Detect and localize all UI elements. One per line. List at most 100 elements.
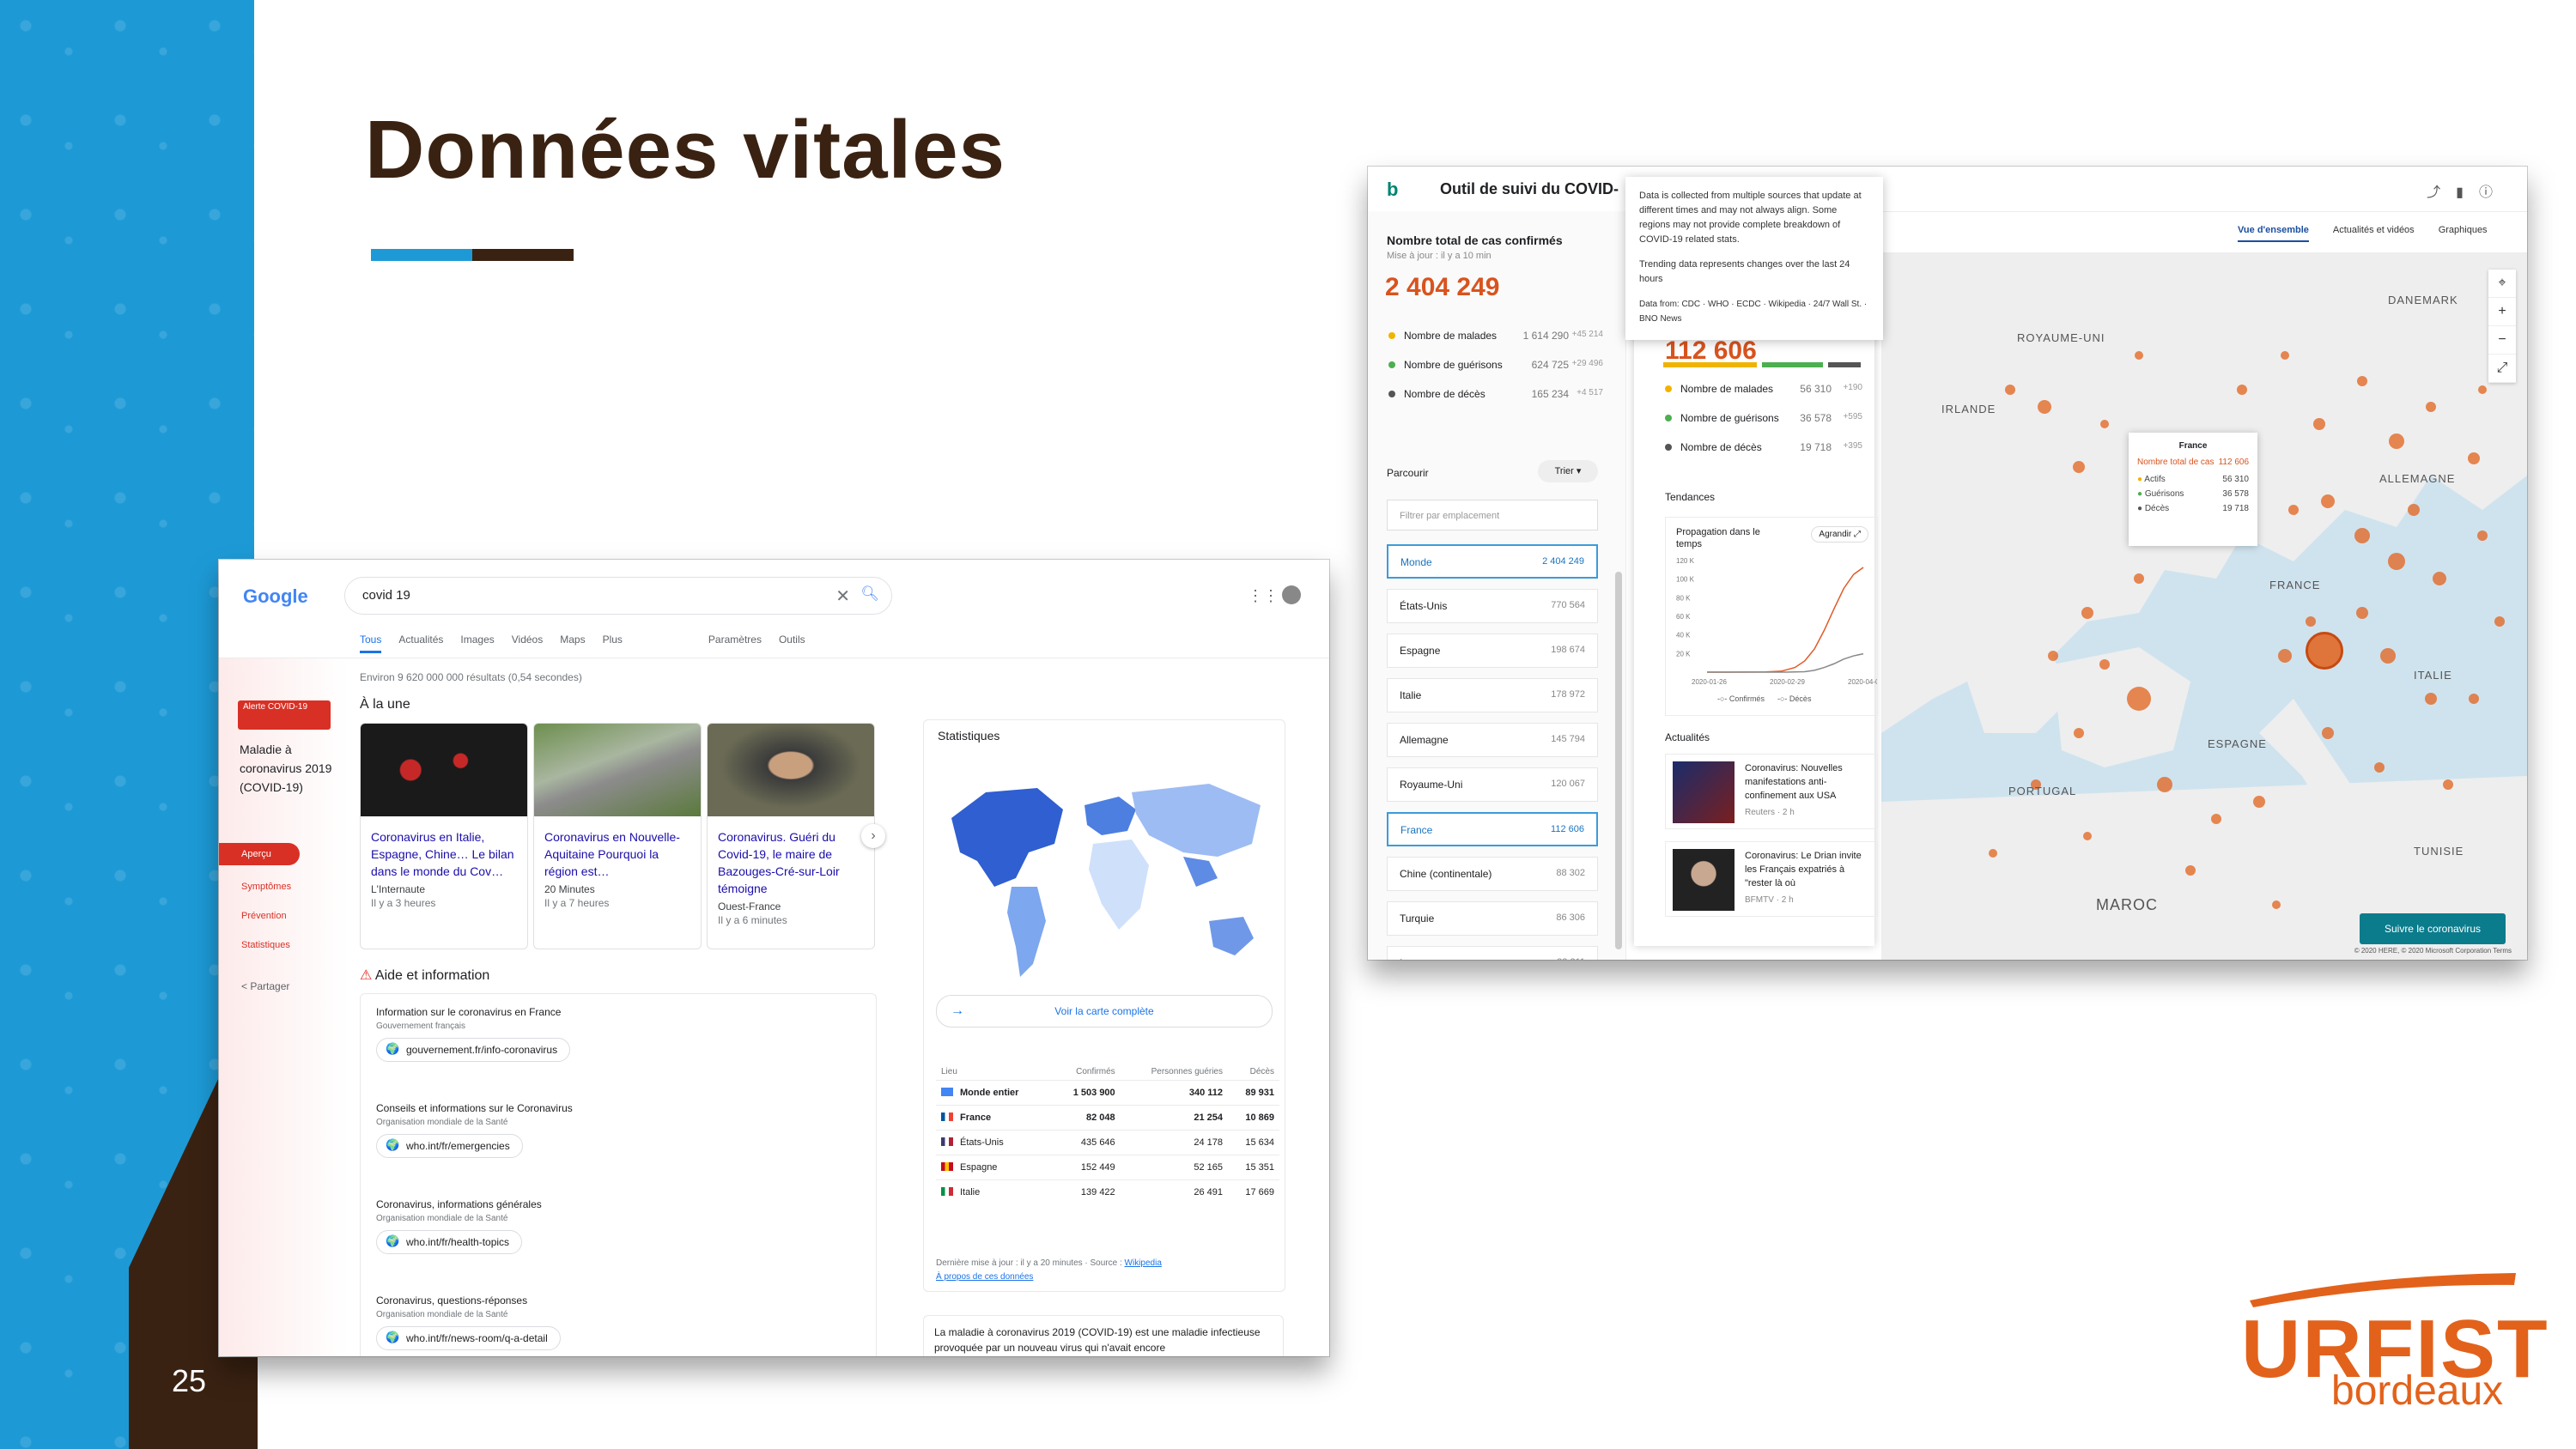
stats-source-link[interactable]: Wikipedia — [1125, 1258, 1162, 1268]
stats-row[interactable]: Espagne 152 449 52 165 15 351 — [936, 1155, 1279, 1180]
case-marker[interactable] — [2288, 505, 2299, 515]
case-marker[interactable] — [2237, 385, 2247, 395]
location-row[interactable]: États-Unis 770 564 — [1387, 589, 1598, 623]
help-item-link[interactable]: who.int/fr/news-room/q-a-detail — [376, 1326, 561, 1350]
case-marker[interactable] — [2074, 728, 2084, 738]
case-marker[interactable] — [2468, 452, 2480, 464]
case-marker[interactable] — [2380, 648, 2396, 664]
side-nav-prevention[interactable]: Prévention — [219, 901, 348, 931]
news-card[interactable]: Coronavirus. Guéri du Covid-19, le maire… — [707, 723, 875, 949]
covid-map[interactable]: ROYAUME-UNI DANEMARK ALLEMAGNE FRANCE ES… — [1881, 252, 2527, 960]
case-marker[interactable] — [2313, 418, 2325, 430]
stats-row[interactable]: France 82 048 21 254 10 869 — [936, 1105, 1279, 1131]
tab-actualites[interactable]: Actualités — [398, 634, 443, 653]
case-marker[interactable] — [2389, 433, 2404, 449]
tab-charts[interactable]: Graphiques — [2439, 225, 2488, 242]
case-marker[interactable] — [1989, 849, 1997, 858]
case-marker[interactable] — [2408, 504, 2420, 516]
case-marker[interactable] — [2388, 553, 2405, 570]
news-title[interactable]: Coronavirus: Nouvelles manifestations an… — [1745, 763, 1843, 801]
case-marker[interactable] — [2354, 528, 2370, 543]
news-card[interactable]: Coronavirus en Italie, Espagne, Chine… L… — [360, 723, 528, 949]
case-marker[interactable] — [2081, 607, 2093, 619]
share-button[interactable]: < Partager — [241, 980, 289, 992]
search-box[interactable]: covid 19 ✕ 🔍︎ — [344, 577, 892, 615]
share-icon[interactable]: ⤴ — [2427, 185, 2456, 200]
tab-maps[interactable]: Maps — [560, 634, 585, 653]
tab-tous[interactable]: Tous — [360, 634, 382, 653]
help-item-link[interactable]: who.int/fr/emergencies — [376, 1134, 523, 1158]
case-marker[interactable] — [2374, 762, 2385, 773]
case-marker[interactable] — [2073, 461, 2085, 473]
case-marker[interactable] — [2211, 814, 2221, 824]
case-marker[interactable] — [2478, 385, 2487, 394]
scrollbar[interactable] — [1615, 572, 1622, 949]
case-marker[interactable] — [2134, 573, 2144, 584]
news-card-title[interactable]: Coronavirus. Guéri du Covid-19, le maire… — [708, 816, 874, 897]
locate-icon[interactable]: ⌖ — [2488, 270, 2516, 298]
fullscreen-icon[interactable]: ⤢ — [2488, 355, 2516, 383]
case-marker[interactable] — [2157, 777, 2172, 792]
sort-button[interactable]: Trier ▾ — [1538, 460, 1598, 482]
tab-plus[interactable]: Plus — [603, 634, 623, 653]
case-marker[interactable] — [2356, 607, 2368, 619]
google-logo[interactable]: Google — [243, 585, 308, 608]
case-marker[interactable] — [2005, 385, 2015, 395]
location-row[interactable]: Iran 82 211 — [1387, 946, 1598, 960]
close-icon[interactable]: ✕ — [835, 585, 850, 607]
location-row[interactable]: Turquie 86 306 — [1387, 901, 1598, 936]
zoom-out-icon[interactable]: − — [2488, 326, 2516, 355]
case-marker[interactable] — [2253, 796, 2265, 808]
location-row[interactable]: Monde 2 404 249 — [1387, 544, 1598, 579]
news-item[interactable]: Coronavirus: Nouvelles manifestations an… — [1665, 754, 1878, 829]
zoom-in-icon[interactable]: + — [2488, 298, 2516, 326]
side-nav-apercu[interactable]: Aperçu — [219, 843, 300, 865]
side-nav-statistiques[interactable]: Statistiques — [219, 931, 348, 960]
info-icon[interactable]: ⓘ — [2479, 185, 2508, 200]
search-input[interactable]: covid 19 — [362, 588, 410, 603]
help-item-link[interactable]: who.int/fr/health-topics — [376, 1230, 523, 1254]
case-marker[interactable] — [2425, 693, 2437, 705]
tab-videos[interactable]: Vidéos — [512, 634, 543, 653]
case-marker[interactable] — [2048, 651, 2058, 661]
legend-entry[interactable]: -○- Confirmés — [1717, 694, 1765, 703]
tab-news-videos[interactable]: Actualités et vidéos — [2333, 225, 2415, 242]
location-row[interactable]: Royaume-Uni 120 067 — [1387, 767, 1598, 802]
avatar[interactable] — [1282, 585, 1301, 604]
case-marker[interactable] — [2357, 376, 2367, 386]
case-marker[interactable] — [2494, 616, 2505, 627]
news-card[interactable]: Coronavirus en Nouvelle-Aquitaine Pourqu… — [533, 723, 702, 949]
stats-row[interactable]: Monde entier 1 503 900 340 112 89 931 — [936, 1080, 1279, 1106]
case-marker[interactable] — [2127, 687, 2151, 711]
location-row[interactable]: France 112 606 — [1387, 812, 1598, 846]
case-marker[interactable] — [2322, 727, 2334, 739]
stats-row[interactable]: Italie 139 422 26 491 17 669 — [936, 1179, 1279, 1204]
tab-images[interactable]: Images — [460, 634, 494, 653]
case-marker[interactable] — [2281, 351, 2289, 360]
france-marker[interactable] — [2306, 632, 2343, 670]
bing-logo-icon[interactable]: b — [1387, 179, 1398, 201]
help-item-link[interactable]: gouvernement.fr/info-coronavirus — [376, 1038, 571, 1062]
location-row[interactable]: Allemagne 145 794 — [1387, 723, 1598, 757]
side-nav-symptomes[interactable]: Symptômes — [219, 872, 348, 901]
case-marker[interactable] — [2083, 832, 2092, 840]
news-item[interactable]: Coronavirus: Le Drian invite les Françai… — [1665, 841, 1878, 917]
case-marker[interactable] — [2099, 659, 2110, 670]
case-marker[interactable] — [2469, 694, 2479, 704]
case-marker[interactable] — [2443, 779, 2453, 790]
news-title[interactable]: Coronavirus: Le Drian invite les Françai… — [1745, 851, 1862, 888]
tab-overview[interactable]: Vue d'ensemble — [2238, 225, 2309, 242]
case-marker[interactable] — [2185, 865, 2196, 876]
full-map-link[interactable]: → Voir la carte complète — [936, 995, 1273, 1028]
location-row[interactable]: Italie 178 972 — [1387, 678, 1598, 712]
legend-entry[interactable]: -○- Décès — [1777, 694, 1812, 703]
case-marker[interactable] — [2477, 530, 2488, 541]
case-marker[interactable] — [2272, 900, 2281, 909]
tab-settings[interactable]: Paramètres — [708, 634, 762, 653]
feedback-icon[interactable]: ▮ — [2456, 185, 2479, 200]
stats-about-link[interactable]: À propos de ces données — [936, 1272, 1033, 1282]
world-cases-map[interactable] — [934, 758, 1274, 990]
case-marker[interactable] — [2426, 402, 2436, 412]
tab-tools[interactable]: Outils — [779, 634, 805, 653]
search-icon[interactable]: 🔍︎ — [860, 585, 879, 603]
